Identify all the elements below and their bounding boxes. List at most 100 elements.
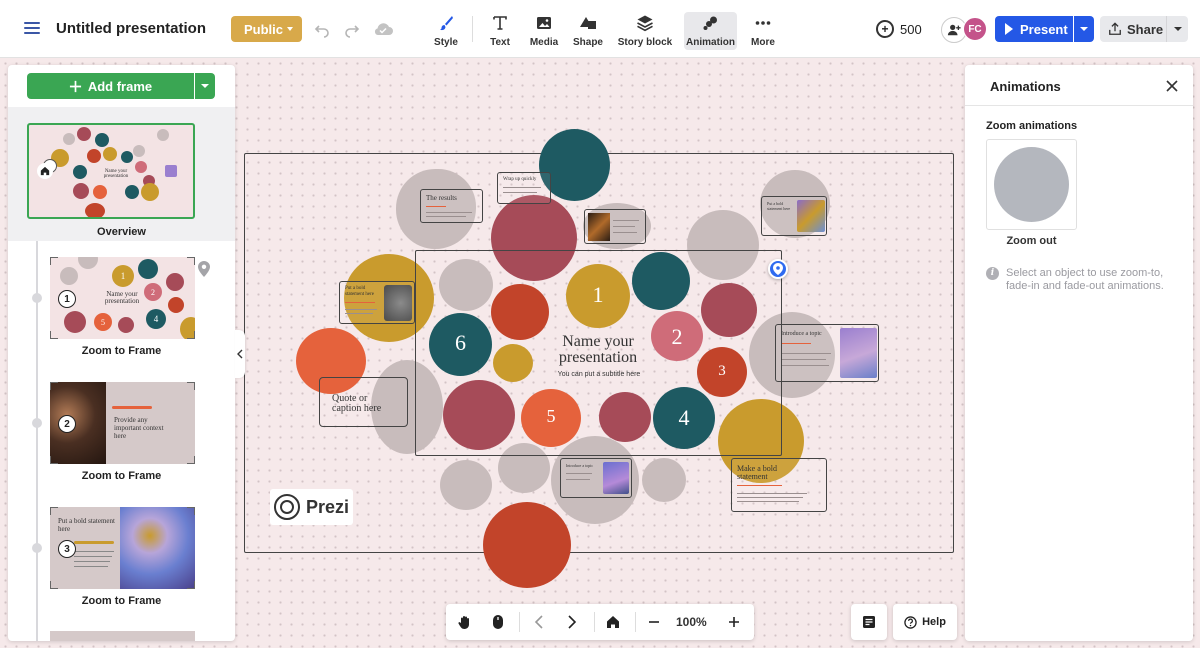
frame-number: 2 <box>58 415 76 433</box>
present-label: Present <box>1020 21 1068 37</box>
navigation-toolbar: 100% <box>446 604 754 640</box>
presentation-title[interactable]: Name your presentation <box>540 334 656 366</box>
shape-icon <box>580 17 596 29</box>
tool-media[interactable]: Media <box>521 12 567 50</box>
rust-bubble[interactable] <box>483 502 571 588</box>
help-label: Help <box>922 616 946 628</box>
close-icon[interactable] <box>1165 79 1179 93</box>
presentation-subtitle[interactable]: You can put a subtitle here <box>540 371 658 378</box>
add-frame-options-button[interactable] <box>195 73 215 99</box>
upload-icon <box>1109 22 1121 35</box>
card-title: Put a bold statement here <box>767 201 791 211</box>
zoom-out-option[interactable] <box>986 139 1077 230</box>
tool-text[interactable]: Text <box>477 12 523 50</box>
card-the-results[interactable]: The results <box>420 189 483 223</box>
plus-icon <box>69 80 81 92</box>
overview-thumbnail-title: Name your presentation <box>103 169 129 179</box>
card-photo[interactable] <box>584 209 646 244</box>
menu-icon[interactable] <box>24 22 40 34</box>
animations-panel: Animations Zoom animations Zoom out i Se… <box>965 65 1193 641</box>
chevron-down-icon <box>1080 27 1088 31</box>
notes-button[interactable] <box>851 604 887 640</box>
overview-item[interactable]: Name your presentation Overview <box>8 107 235 241</box>
redo-icon[interactable] <box>343 20 361 38</box>
tool-animation[interactable]: Animation <box>684 12 737 50</box>
frame-thumbnail-partial[interactable] <box>50 631 195 641</box>
mouse-icon[interactable] <box>489 613 507 631</box>
info-icon: i <box>986 267 999 280</box>
frame-item-2[interactable]: Provide any important context here 2 Zoo… <box>8 382 235 502</box>
collapse-sidebar-button[interactable] <box>235 330 245 378</box>
tool-more[interactable]: More <box>740 12 786 50</box>
zoom-out-icon[interactable] <box>645 613 663 631</box>
thumb-title: Put a bold statement here <box>58 517 115 533</box>
card-wrap-up[interactable]: Wrap up quickly <box>497 172 551 204</box>
share-options-button[interactable] <box>1166 16 1188 42</box>
visibility-dropdown[interactable]: Public <box>231 16 302 42</box>
help-button[interactable]: Help <box>893 604 957 640</box>
tool-label: Media <box>529 37 559 48</box>
share-label: Share <box>1127 21 1164 37</box>
frame-number: 1 <box>58 290 76 308</box>
card-introduce-topic-2[interactable]: Introduce a topic <box>560 458 632 498</box>
present-button[interactable]: Present <box>995 16 1073 42</box>
zoom-level[interactable]: 100% <box>676 615 707 629</box>
card-title: Introduce a topic <box>781 331 822 337</box>
card-bold-statement-2[interactable]: Put a bold statement here <box>761 196 827 236</box>
hand-tool-icon[interactable] <box>456 613 474 631</box>
tool-story-block[interactable]: Story block <box>618 12 672 50</box>
overview-label: Overview <box>97 226 146 238</box>
panel-divider <box>965 105 1193 106</box>
animation-icon <box>703 16 717 30</box>
thumb-title: Name your presentation <box>104 290 140 305</box>
top-bar: Untitled presentation Public Style Text … <box>0 0 1200 58</box>
quote-card[interactable]: Quote or caption here <box>319 377 408 427</box>
chevron-right-icon[interactable] <box>563 613 581 631</box>
location-pin-icon[interactable] <box>768 259 788 279</box>
card-title: Make a bold statement <box>737 464 777 481</box>
gray-bubble[interactable] <box>642 458 686 502</box>
home-icon <box>37 163 53 179</box>
frame-item-1[interactable]: 1 2 4 5 Name your presentation 1 Zoom to… <box>8 257 235 377</box>
overview-thumbnail[interactable]: Name your presentation <box>27 123 195 219</box>
credits-counter[interactable]: + 500 <box>876 18 922 40</box>
zoom-in-icon[interactable] <box>725 613 743 631</box>
frame-number: 3 <box>58 540 76 558</box>
avatar[interactable]: FC <box>963 17 987 41</box>
presentation-name[interactable]: Untitled presentation <box>56 20 206 37</box>
chevron-left-icon[interactable] <box>530 613 548 631</box>
toolbar-divider <box>519 612 520 632</box>
prezi-logo[interactable]: Prezi <box>270 489 353 525</box>
add-frame-button[interactable]: Add frame <box>27 73 194 99</box>
frame-label: Zoom to Frame <box>81 595 162 607</box>
help-icon <box>904 615 917 629</box>
chevron-down-icon <box>201 84 209 88</box>
thumb-title: Provide any important context here <box>114 416 164 440</box>
more-icon <box>755 21 771 25</box>
toolbar-divider <box>594 612 595 632</box>
share-button[interactable]: Share <box>1100 16 1166 42</box>
present-options-button[interactable] <box>1074 16 1094 42</box>
prezi-logo-icon <box>274 494 300 520</box>
quote-text: Quote or caption here <box>332 393 382 414</box>
tool-style[interactable]: Style <box>423 12 469 50</box>
tool-label: More <box>751 37 775 48</box>
card-make-bold[interactable]: Make a bold statement <box>731 458 827 512</box>
info-text: Select an object to use zoom-to, fade-in… <box>1006 267 1164 292</box>
card-introduce-topic[interactable]: Introduce a topic <box>775 324 879 382</box>
zoom-out-label: Zoom out <box>1006 235 1057 247</box>
undo-icon[interactable] <box>313 20 331 38</box>
frame-label: Zoom to Frame <box>81 345 162 357</box>
brush-icon <box>440 16 453 31</box>
frame-item-3[interactable]: Put a bold statement here 3 Zoom to Fram… <box>8 507 235 627</box>
tool-label: Animation <box>686 37 735 48</box>
card-title: Wrap up quickly <box>503 177 537 182</box>
play-icon <box>1005 23 1013 35</box>
home-icon[interactable] <box>604 613 622 631</box>
card-title: Introduce a topic <box>566 463 594 468</box>
card-bold-statement[interactable]: Put a bold statement here <box>339 281 415 324</box>
chevron-down-icon <box>1174 27 1182 31</box>
tool-shape[interactable]: Shape <box>565 12 611 50</box>
image-icon <box>537 17 551 29</box>
gray-bubble[interactable] <box>440 460 492 510</box>
